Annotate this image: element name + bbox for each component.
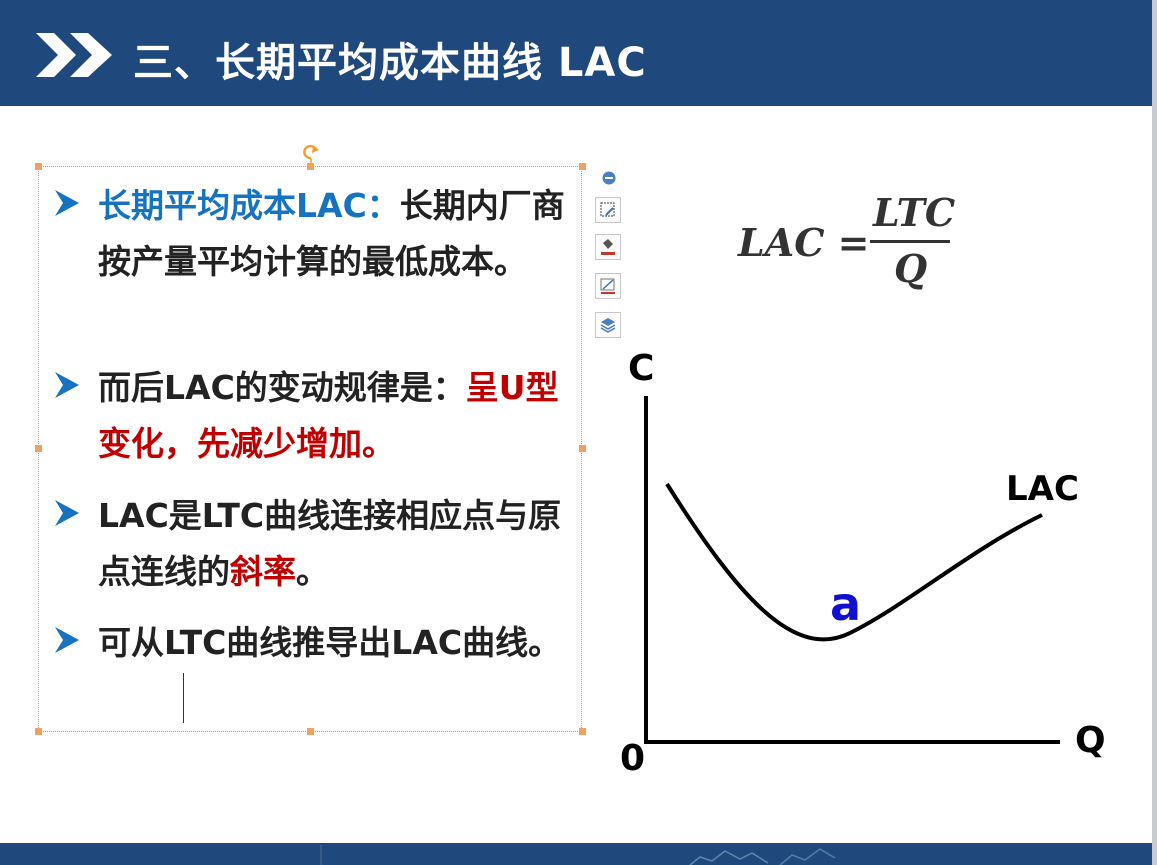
curve-label: LAC bbox=[1006, 469, 1079, 509]
formula-numerator: LTC bbox=[873, 190, 956, 235]
bullet-text: 。 bbox=[296, 552, 329, 591]
fill-icon bbox=[601, 239, 615, 255]
line-icon bbox=[600, 278, 615, 294]
bullet-text: 而后LAC的变动规律是： bbox=[98, 368, 466, 407]
text-cursor bbox=[183, 673, 184, 723]
bullet-arrow-icon bbox=[55, 500, 79, 526]
y-axis-label: C bbox=[628, 348, 654, 389]
formula-denominator: Q bbox=[894, 246, 928, 291]
line-button[interactable] bbox=[595, 273, 621, 299]
bullet-arrow-icon bbox=[55, 372, 79, 398]
lac-formula: LAC = LTC Q bbox=[738, 190, 958, 300]
resize-handle-ml[interactable] bbox=[35, 445, 42, 452]
formula-lhs: LAC = bbox=[738, 220, 870, 265]
minimum-point-label: a bbox=[830, 577, 861, 631]
lac-graph: C Q 0 LAC a bbox=[620, 348, 1106, 779]
origin-label: 0 bbox=[620, 738, 645, 779]
bullet-item: 可从LTC曲线推导出LAC曲线。 bbox=[55, 615, 583, 727]
resize-handle-tr[interactable] bbox=[579, 163, 586, 170]
title-bar: 三、长期平均成本曲线 LAC bbox=[0, 0, 1152, 106]
bullet-highlight: 斜率 bbox=[230, 552, 296, 591]
bullet-arrow-icon bbox=[55, 627, 79, 653]
window-edge bbox=[1152, 0, 1157, 865]
edit-shape-icon bbox=[600, 202, 615, 217]
x-axis-label: Q bbox=[1075, 720, 1106, 761]
double-chevron-icon bbox=[36, 33, 112, 77]
fraction-bar bbox=[870, 240, 950, 243]
bullet-text: 可从LTC曲线推导出LAC曲线。 bbox=[98, 623, 562, 662]
resize-handle-br[interactable] bbox=[579, 728, 586, 735]
footer-bar bbox=[0, 843, 1152, 865]
resize-handle-bc[interactable] bbox=[307, 728, 314, 735]
fill-button[interactable] bbox=[595, 234, 621, 260]
bullet-text: LAC是LTC曲线连接相应点与原点连线的 bbox=[98, 496, 562, 591]
bullet-item: 而后LAC的变动规律是：呈U型变化，先减少增加。 bbox=[55, 360, 583, 472]
slide-title: 三、长期平均成本曲线 LAC bbox=[133, 40, 647, 86]
footer-decoration bbox=[320, 845, 836, 865]
resize-handle-bl[interactable] bbox=[35, 728, 42, 735]
bullet-arrow-icon bbox=[55, 190, 79, 216]
rotate-handle-icon[interactable] bbox=[302, 143, 320, 165]
bullet-term: 长期平均成本LAC： bbox=[98, 186, 400, 225]
bullet-item: LAC是LTC曲线连接相应点与原点连线的斜率。 bbox=[55, 488, 583, 600]
collapse-icon[interactable] bbox=[602, 171, 616, 185]
resize-handle-tl[interactable] bbox=[35, 163, 42, 170]
edit-shape-button[interactable] bbox=[595, 197, 621, 223]
bullet-item: 长期平均成本LAC：长期内厂商按产量平均计算的最低成本。 bbox=[55, 178, 583, 346]
